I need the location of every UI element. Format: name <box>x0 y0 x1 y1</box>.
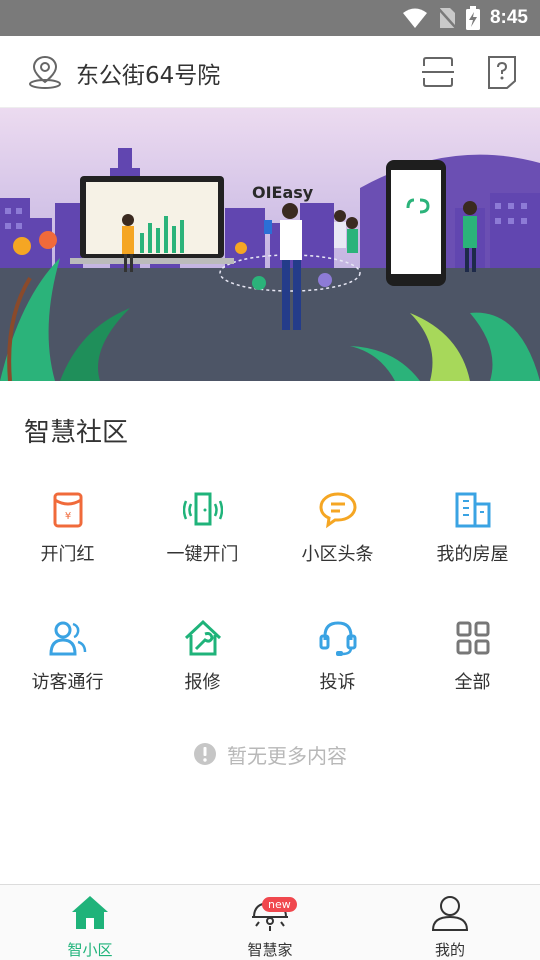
feature-community-news[interactable]: 小区头条 <box>270 470 405 580</box>
top-bar: 东公街64号院 <box>0 36 540 108</box>
new-badge: new <box>262 897 297 912</box>
feature-one-key-open[interactable]: 一键开门 <box>135 470 270 580</box>
no-sim-icon <box>437 7 456 29</box>
feature-label: 一键开门 <box>166 544 239 565</box>
feature-label: 开门红 <box>40 544 95 565</box>
building-icon <box>455 492 490 528</box>
chat-bubble-icon <box>318 492 357 529</box>
banner-illustration[interactable]: OIEasy <box>0 108 540 381</box>
feature-label: 访客通行 <box>31 672 104 693</box>
scan-icon[interactable] <box>420 54 456 90</box>
community-address[interactable]: 东公街64号院 <box>76 56 220 90</box>
house-wrench-icon <box>184 619 221 656</box>
section-title: 智慧社区 <box>24 418 129 448</box>
feature-label: 全部 <box>454 672 491 693</box>
visitors-icon <box>48 621 86 656</box>
tab-label: 我的 <box>434 941 465 959</box>
status-time: 8:45 <box>489 7 528 28</box>
tab-mine[interactable]: 我的 <box>360 885 540 960</box>
info-icon <box>194 743 216 765</box>
battery-charging-icon <box>465 6 480 30</box>
feature-my-house[interactable]: 我的房屋 <box>405 470 540 580</box>
banner-brand-text: OIEasy <box>252 183 314 202</box>
no-more-content: 暂无更多内容 <box>0 738 540 770</box>
door-signal-icon <box>182 492 223 526</box>
tab-smart-community[interactable]: 智小区 <box>0 885 180 960</box>
no-more-text: 暂无更多内容 <box>227 743 347 768</box>
tab-label: 智小区 <box>67 941 113 959</box>
location-pin-icon[interactable] <box>26 54 64 90</box>
feature-visitor-pass[interactable]: 访客通行 <box>0 598 135 708</box>
feature-all[interactable]: 全部 <box>405 598 540 708</box>
feature-kaimenhong[interactable]: ¥ 开门红 <box>0 470 135 580</box>
feature-label: 小区头条 <box>301 544 374 565</box>
help-document-icon[interactable] <box>484 54 520 90</box>
svg-text:¥: ¥ <box>64 511 70 522</box>
grid-icon <box>456 621 489 655</box>
feature-label: 我的房屋 <box>436 544 509 565</box>
status-icons: 8:45 <box>402 0 528 36</box>
status-bar: 8:45 <box>0 0 540 36</box>
person-icon <box>431 896 469 931</box>
tab-label: 智慧家 <box>247 941 293 959</box>
home-icon <box>72 896 108 929</box>
headset-icon <box>319 621 356 656</box>
feature-repair[interactable]: 报修 <box>135 598 270 708</box>
feature-complaint[interactable]: 投诉 <box>270 598 405 708</box>
feature-label: 投诉 <box>319 672 356 693</box>
wifi-icon <box>402 8 427 28</box>
feature-label: 报修 <box>184 672 221 693</box>
bottom-tab-bar: 智小区 智慧家 new 我的 <box>0 884 540 960</box>
red-envelope-icon: ¥ <box>53 492 82 528</box>
